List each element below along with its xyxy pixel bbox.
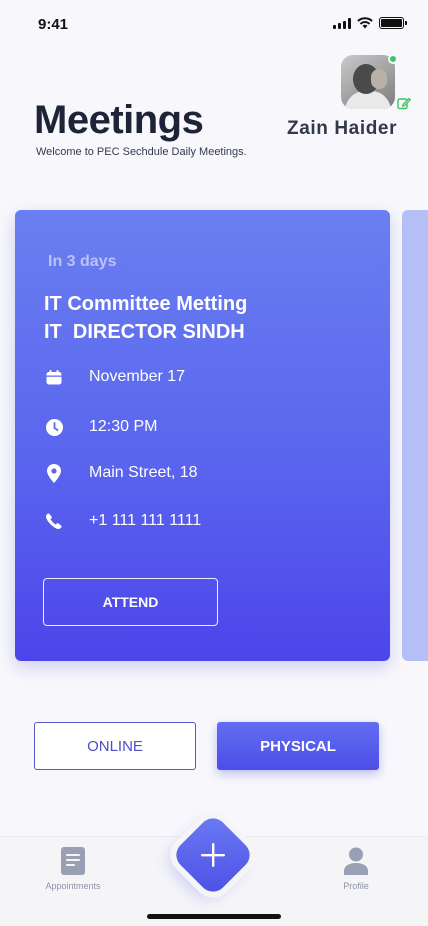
edit-icon[interactable]	[397, 96, 411, 110]
meeting-phone: +1 111 111 1111	[89, 512, 202, 529]
home-indicator	[147, 914, 281, 919]
next-meeting-card-peek[interactable]	[402, 210, 428, 661]
meeting-title: IT Committee Metting IT DIRECTOR SINDH	[44, 293, 248, 343]
calendar-icon	[45, 368, 63, 386]
meeting-location: Main Street, 18	[89, 464, 198, 481]
meeting-card[interactable]: In 3 days IT Committee Metting IT DIRECT…	[15, 210, 390, 661]
page-subtitle: Welcome to PEC Sechdule Daily Meetings.	[36, 146, 247, 158]
attend-button[interactable]: ATTEND	[43, 578, 218, 626]
physical-button[interactable]: PHYSICAL	[217, 722, 379, 770]
wifi-icon	[357, 17, 373, 29]
user-name: Zain Haider	[287, 118, 398, 139]
meeting-phone-row: +1 111 111 1111	[45, 512, 201, 530]
page-title: Meetings	[34, 98, 204, 142]
person-icon	[344, 847, 368, 875]
status-bar: 9:41	[0, 0, 428, 48]
meeting-date-row: November 17	[45, 368, 185, 386]
avatar[interactable]	[341, 54, 398, 109]
status-time: 9:41	[38, 16, 69, 33]
online-status-dot	[388, 54, 398, 64]
meeting-time: 12:30 PM	[89, 418, 158, 435]
meeting-location-row: Main Street, 18	[45, 463, 198, 483]
document-icon	[61, 847, 85, 875]
meeting-date: November 17	[89, 368, 186, 385]
location-pin-icon	[45, 463, 63, 483]
clock-icon	[45, 418, 63, 436]
signal-icon	[333, 17, 351, 29]
meeting-time-row: 12:30 PM	[45, 418, 157, 436]
online-button[interactable]: ONLINE	[34, 722, 196, 770]
battery-icon	[379, 17, 407, 29]
avatar-photo	[341, 55, 395, 109]
meeting-relative-time: In 3 days	[48, 253, 117, 270]
tab-profile-label: Profile	[343, 881, 369, 891]
tab-appointments-label: Appointments	[45, 881, 101, 891]
status-icons	[333, 17, 407, 29]
tab-profile[interactable]: Profile	[311, 847, 401, 891]
phone-icon	[45, 512, 63, 530]
tab-appointments[interactable]: Appointments	[28, 847, 118, 891]
